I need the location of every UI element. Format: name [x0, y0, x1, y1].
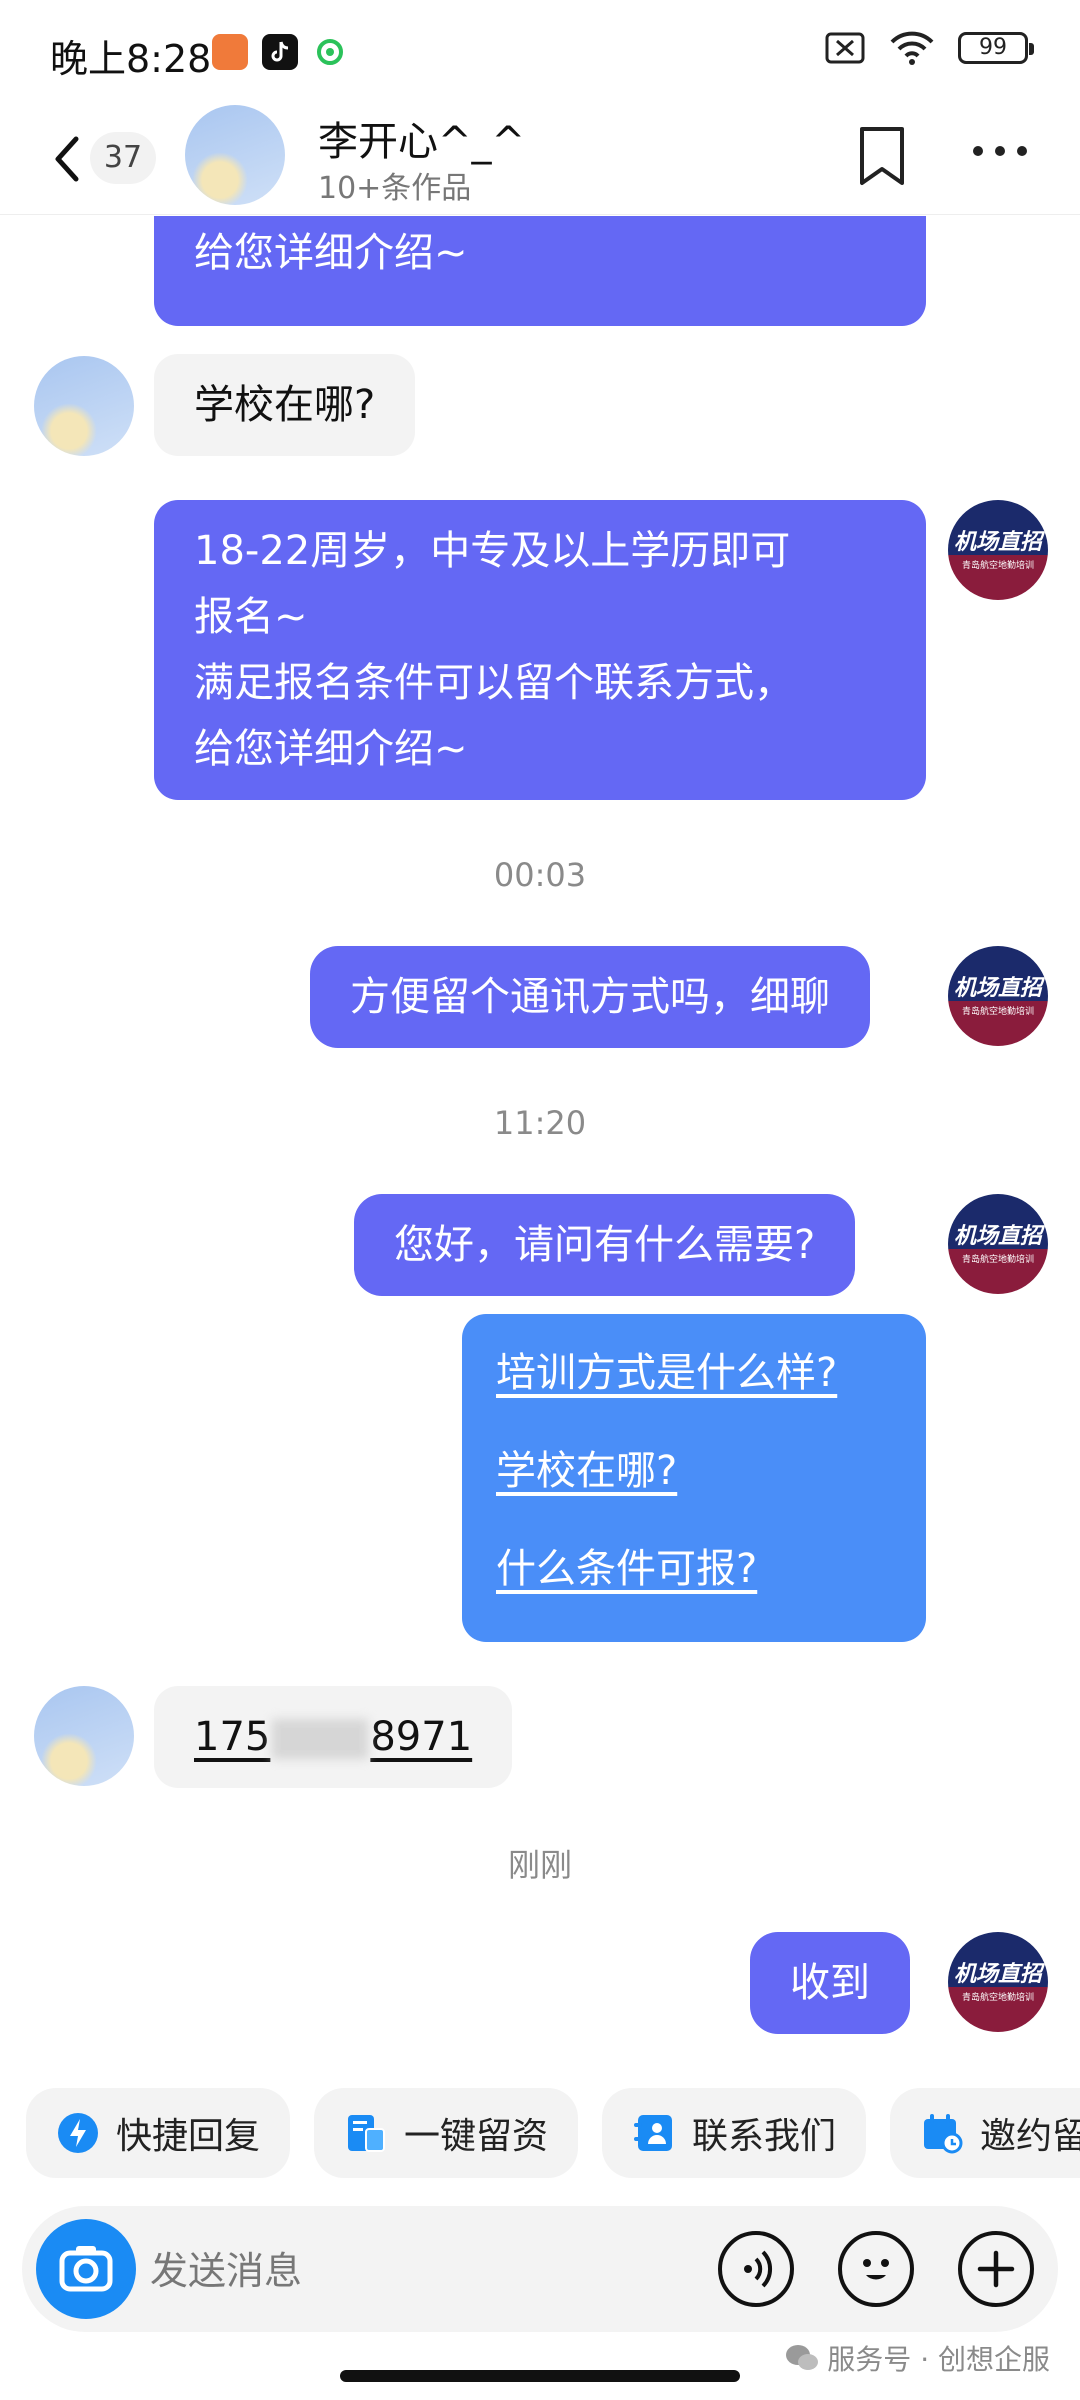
quick-action-bar: 快捷回复 一键留资 联系我们 邀约留 [26, 2088, 1080, 2178]
contact-avatar[interactable] [185, 105, 285, 205]
timestamp: 11:20 [493, 1104, 587, 1142]
bookmark-icon[interactable] [854, 125, 910, 187]
appointment-button[interactable]: 邀约留 [890, 2088, 1080, 2178]
phone-number-link[interactable]: 175 8971 [194, 1714, 472, 1760]
plus-icon [977, 2250, 1015, 2288]
battery-indicator: 99 [958, 32, 1034, 64]
message-text: 学校在哪? [194, 382, 376, 428]
question-link[interactable]: 培训方式是什么样? [496, 1340, 837, 1398]
wifi-icon [890, 31, 934, 65]
message-text: 给您详细介绍~ [194, 230, 468, 276]
message-bubble-outgoing[interactable]: 18-22周岁，中专及以上学历即可 报名~ 满足报名条件可以留个联系方式， 给您… [154, 500, 926, 800]
contact-icon [634, 2115, 673, 2151]
unread-count-badge: 37 [90, 132, 156, 184]
contact-avatar-small[interactable] [34, 356, 134, 456]
contact-name[interactable]: 李开心^_^ [318, 109, 525, 167]
leave-contact-button[interactable]: 一键留资 [314, 2088, 579, 2178]
form-icon [348, 2115, 386, 2152]
voice-icon [744, 2250, 773, 2288]
message-text-line: 18-22周岁，中专及以上学历即可 [194, 528, 791, 574]
quick-reply-button[interactable]: 快捷回复 [26, 2088, 291, 2178]
message-text-line: 满足报名条件可以留个联系方式， [194, 660, 794, 706]
message-text: 方便留个通讯方式吗，细聊 [350, 974, 830, 1020]
wechat-icon [786, 2345, 819, 2370]
emoji-icon [863, 2259, 889, 2280]
contact-us-button[interactable]: 联系我们 [602, 2088, 867, 2178]
lightning-icon [58, 2113, 98, 2153]
message-text: 您好，请问有什么需要? [394, 1222, 816, 1268]
home-indicator[interactable] [340, 2370, 740, 2382]
status-bar: 晚上8:28 99 [0, 0, 1080, 105]
tiktok-icon [262, 34, 298, 70]
message-bubble-outgoing[interactable]: 给您详细介绍~ [154, 216, 926, 326]
contact-subtitle[interactable]: 10+条作品 [318, 163, 471, 207]
my-avatar[interactable]: 机场直招 青岛航空地勤培训 [948, 500, 1048, 600]
message-text-line: 给您详细介绍~ [194, 726, 468, 772]
sim-off-icon [825, 32, 865, 64]
message-input[interactable]: 发送消息 [150, 2240, 302, 2295]
quick-question-card: 培训方式是什么样? 学校在哪? 什么条件可报? [462, 1314, 926, 1642]
emoji-button[interactable] [838, 2231, 914, 2307]
camera-button[interactable] [36, 2219, 136, 2319]
more-button[interactable] [958, 2231, 1034, 2307]
timestamp: 00:03 [493, 856, 587, 894]
green-dot-icon [312, 34, 348, 70]
my-avatar[interactable]: 机场直招 青岛航空地勤培训 [948, 1932, 1048, 2032]
chat-header: 37 李开心^_^ 10+条作品 [0, 105, 1080, 215]
status-time: 晚上8:28 [50, 37, 212, 81]
message-input-bar: 发送消息 [22, 2206, 1058, 2332]
message-text: 收到 [790, 1960, 870, 2006]
shopping-app-icon [212, 34, 248, 70]
message-bubble-outgoing[interactable]: 收到 [750, 1932, 910, 2034]
more-options-icon[interactable] [970, 141, 1030, 161]
my-avatar[interactable]: 机场直招 青岛航空地勤培训 [948, 1194, 1048, 1294]
message-bubble-outgoing[interactable]: 方便留个通讯方式吗，细聊 [310, 946, 870, 1048]
message-text-line: 报名~ [194, 594, 308, 640]
message-bubble-outgoing[interactable]: 您好，请问有什么需要? [354, 1194, 856, 1296]
watermark: 服务号 · 创想企服 [785, 2338, 1050, 2378]
camera-icon [59, 2246, 113, 2292]
question-link[interactable]: 学校在哪? [496, 1438, 677, 1496]
question-link[interactable]: 什么条件可报? [496, 1536, 757, 1594]
message-bubble-incoming[interactable]: 学校在哪? [154, 354, 416, 456]
redacted-digits [272, 1719, 369, 1759]
back-icon[interactable] [46, 131, 96, 187]
message-list[interactable]: 给您详细介绍~ 学校在哪? 18-22周岁，中专及以上学历即可 报名~ 满足报名… [0, 216, 1080, 2086]
my-avatar[interactable]: 机场直招 青岛航空地勤培训 [948, 946, 1048, 1046]
message-bubble-incoming[interactable]: 175 8971 [154, 1686, 513, 1788]
calendar-icon [924, 2114, 963, 2154]
contact-avatar-small[interactable] [34, 1686, 134, 1786]
voice-button[interactable] [718, 2231, 794, 2307]
timestamp: 刚刚 [507, 1846, 572, 1884]
